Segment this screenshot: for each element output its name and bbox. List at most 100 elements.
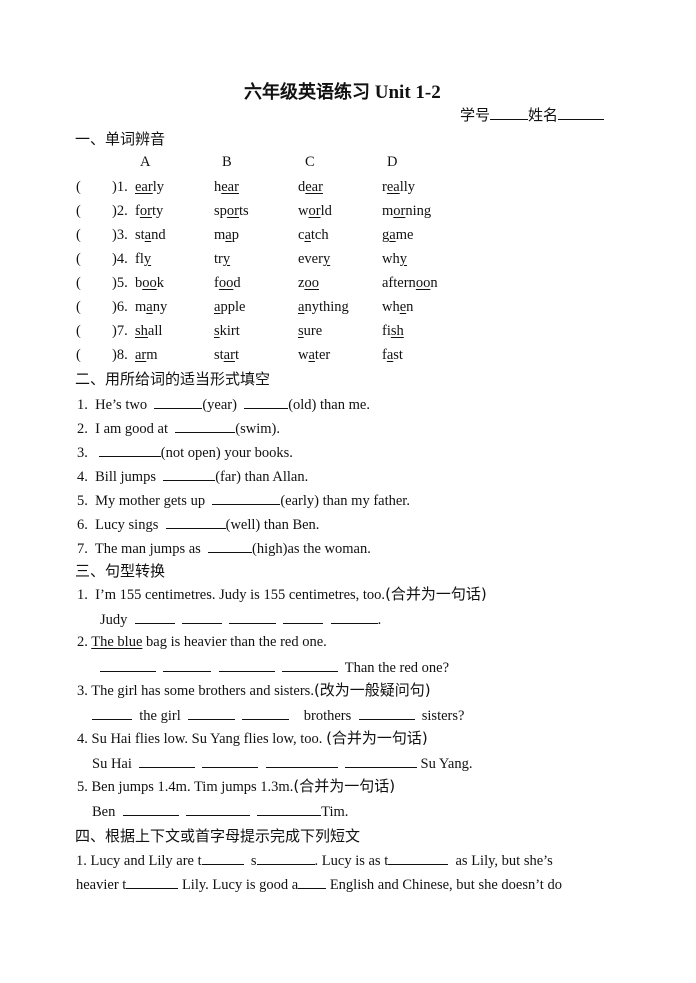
item-hint: (not open) your books. [160, 445, 293, 461]
answer-end: . [377, 612, 382, 628]
word-part: ts [239, 203, 249, 219]
question-number: )3. [112, 227, 128, 243]
answer-blank[interactable] [229, 609, 277, 624]
s3-q4-question: 4. Su Hai flies low. Su Yang flies low, … [77, 729, 428, 748]
word-option: fish [382, 322, 404, 340]
answer-bracket[interactable]: ( [76, 346, 81, 364]
word-option: hear [214, 178, 239, 196]
answer-bracket[interactable]: ( [76, 250, 81, 268]
item-hint: (swim). [235, 421, 280, 437]
answer-blank[interactable] [388, 850, 449, 865]
title-en: Unit 1-2 [374, 82, 441, 103]
answer-blank[interactable] [165, 514, 226, 529]
answer-bracket[interactable]: ( [76, 178, 81, 196]
word-part: ever [298, 251, 323, 267]
answer-blank[interactable] [242, 705, 290, 720]
question-number: )7. [112, 323, 128, 339]
answer-blank[interactable] [218, 657, 275, 672]
answer-blank[interactable] [134, 609, 175, 624]
answer-bracket[interactable]: ( [76, 322, 81, 340]
underlined-sound: ear [305, 179, 323, 195]
s3-q2-answer: Than the red one? [100, 657, 449, 677]
word-part: m [382, 203, 394, 219]
answer-blank[interactable] [281, 657, 338, 672]
answer-start: Ben [92, 804, 116, 820]
answer-blank[interactable] [244, 394, 289, 409]
underlined-sound: sh [390, 323, 404, 339]
answer-blank[interactable] [358, 705, 415, 720]
word-part: st [393, 347, 403, 363]
answer-blank[interactable] [163, 657, 212, 672]
answer-blank[interactable] [265, 753, 338, 768]
s4-line-1: 1. Lucy and Lily are t s. Lucy is as t a… [76, 850, 553, 870]
s4-line-2: heavier t Lily. Lucy is good a English a… [76, 874, 562, 894]
answer-blank[interactable] [126, 874, 179, 889]
word-part: tch [310, 227, 329, 243]
answer-blank[interactable] [202, 753, 259, 768]
item-text: He’s two [95, 397, 151, 413]
answer-blank[interactable] [330, 609, 378, 624]
answer-blank[interactable] [98, 442, 161, 457]
q-num: 3. [77, 683, 88, 699]
word-option: world [298, 202, 332, 220]
word-option: map [214, 226, 239, 244]
word-option: sports [214, 202, 249, 220]
answer-blank[interactable] [122, 801, 179, 816]
answer-blank[interactable] [92, 705, 132, 720]
word-option: book [135, 274, 164, 292]
word-option: arm [135, 346, 158, 364]
answer-bracket[interactable]: ( [76, 298, 81, 316]
answer-word: brothers [303, 708, 352, 724]
item-text: Bill jumps [95, 469, 160, 485]
answer-blank[interactable] [154, 394, 203, 409]
word-part: n [430, 275, 438, 291]
underlined-sound: oo [415, 275, 431, 291]
word-part: ning [405, 203, 432, 219]
word-part: ter [314, 347, 331, 363]
underlined-sound: ea [386, 179, 400, 195]
student-name-label: 姓名 [528, 106, 559, 124]
word-option: shall [135, 322, 162, 340]
item-number: 6. [77, 517, 88, 533]
underlined-sound: sh [135, 323, 148, 339]
q-text: I’m 155 centimetres. Judy is 155 centime… [95, 587, 386, 603]
answer-blank[interactable] [256, 850, 315, 865]
answer-end: Tim. [321, 804, 349, 820]
answer-bracket[interactable]: ( [76, 202, 81, 220]
answer-blank[interactable] [298, 874, 327, 889]
answer-blank[interactable] [212, 490, 281, 505]
word-part: wh [382, 251, 400, 267]
underlined-sound: y [143, 251, 152, 267]
word-part: all [147, 323, 163, 339]
answer-blank[interactable] [163, 466, 216, 481]
underlined-sound: ar [135, 347, 147, 363]
answer-blank[interactable] [201, 850, 244, 865]
word-part: ny [152, 299, 168, 315]
word-option: why [382, 250, 407, 268]
answer-blank[interactable] [139, 753, 196, 768]
student-number-blank[interactable] [490, 105, 529, 120]
word-part: lly [399, 179, 416, 195]
answer-blank[interactable] [175, 418, 236, 433]
answer-blank[interactable] [181, 609, 222, 624]
word-part: nd [151, 227, 166, 243]
word-option: apple [214, 298, 245, 316]
word-option: start [214, 346, 239, 364]
answer-blank[interactable] [100, 657, 156, 672]
answer-blank[interactable] [208, 538, 253, 553]
answer-blank[interactable] [283, 609, 324, 624]
student-name-blank[interactable] [558, 105, 605, 120]
s3-q2-question: 2. The blue bag is heavier than the red … [77, 633, 327, 651]
answer-blank[interactable] [185, 801, 250, 816]
fill-in-item: 5. My mother gets up (early) than my fat… [77, 490, 410, 510]
text: 1. Lucy and Lily are t [76, 853, 202, 869]
answer-blank[interactable] [187, 705, 235, 720]
q-text: The girl has some brothers and sisters. [91, 683, 314, 699]
answer-bracket[interactable]: ( [76, 274, 81, 292]
answer-blank[interactable] [257, 801, 322, 816]
answer-word: sisters? [421, 708, 465, 724]
answer-blank[interactable] [344, 753, 417, 768]
word-part: kirt [219, 323, 240, 339]
answer-bracket[interactable]: ( [76, 226, 81, 244]
section1-heading: 一、单词辨音 [75, 130, 166, 148]
